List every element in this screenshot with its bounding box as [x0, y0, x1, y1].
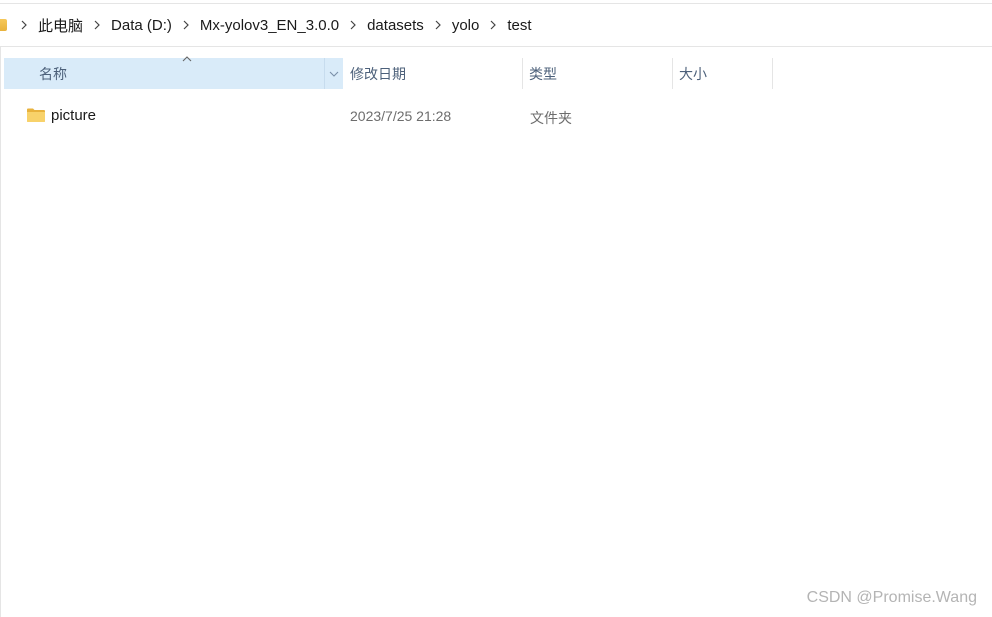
- breadcrumb-item-project[interactable]: Mx-yolov3_EN_3.0.0: [197, 15, 342, 36]
- chevron-right-icon[interactable]: [342, 20, 364, 30]
- file-explorer-window: 此电脑 Data (D:) Mx-yolov3_EN_3.0.0 dataset…: [0, 0, 992, 617]
- breadcrumb-item-drive[interactable]: Data (D:): [108, 15, 175, 36]
- chevron-right-icon[interactable]: [427, 20, 449, 30]
- chevron-right-icon[interactable]: [13, 20, 35, 30]
- breadcrumb-item-test[interactable]: test: [504, 15, 534, 36]
- column-header-date[interactable]: 修改日期: [344, 58, 522, 89]
- file-type: 文件夹: [530, 110, 572, 126]
- breadcrumb-item-this-pc[interactable]: 此电脑: [35, 13, 86, 38]
- column-divider[interactable]: [772, 58, 773, 89]
- column-header-name-label: 名称: [39, 65, 67, 82]
- chevron-right-icon[interactable]: [482, 20, 504, 30]
- column-header-type-label: 类型: [529, 65, 557, 82]
- breadcrumb[interactable]: 此电脑 Data (D:) Mx-yolov3_EN_3.0.0 dataset…: [0, 4, 992, 47]
- watermark: CSDN @Promise.Wang: [806, 589, 977, 606]
- column-header-size-label: 大小: [679, 65, 707, 82]
- pane-border: [0, 47, 1, 617]
- column-header-date-label: 修改日期: [350, 65, 406, 82]
- breadcrumb-item-datasets[interactable]: datasets: [364, 15, 427, 36]
- file-date-modified: 2023/7/25 21:28: [350, 108, 452, 124]
- folder-icon: [0, 19, 7, 31]
- column-header-name[interactable]: 名称: [4, 58, 343, 89]
- chevron-down-icon[interactable]: [324, 58, 342, 89]
- column-header-size[interactable]: 大小: [673, 58, 772, 89]
- folder-icon: [27, 108, 45, 122]
- chevron-right-icon[interactable]: [86, 20, 108, 30]
- file-name: picture: [51, 107, 97, 124]
- list-item[interactable]: picture 2023/7/25 21:28 文件夹: [4, 102, 772, 130]
- column-header-type[interactable]: 类型: [523, 58, 672, 89]
- sort-ascending-icon: [182, 56, 192, 62]
- breadcrumb-item-yolo[interactable]: yolo: [449, 15, 483, 36]
- chevron-right-icon[interactable]: [175, 20, 197, 30]
